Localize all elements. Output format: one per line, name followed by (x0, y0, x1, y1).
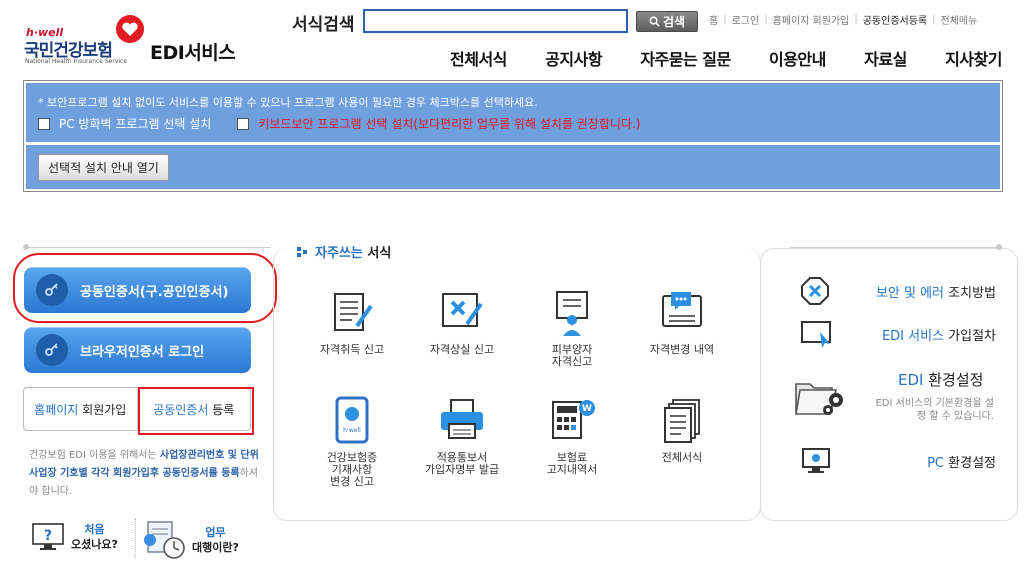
firewall-option-label: PC 방화벽 프로그램 선택 설치 (59, 117, 212, 131)
utility-nav: 홈 | 로그인 | 홈페이지 회원가입 | 공동인증서등록 | 전체메뉴 (708, 12, 979, 27)
util-login-link[interactable]: 로그인 (731, 12, 761, 27)
org-name-english: National Health Insurance Service (25, 58, 128, 65)
dependent-person-icon (556, 291, 588, 336)
nav-faq[interactable]: 자주묻는 질문 (640, 46, 731, 70)
title-bullet-icon (297, 246, 307, 257)
form-all-forms[interactable]: 전체서식 (627, 396, 737, 464)
nav-guide[interactable]: 이용안내 (769, 46, 826, 70)
document-pen-icon (334, 293, 373, 331)
form-insurance-card-change[interactable]: h·well 건강보험증 기재사항 변경 신고 (297, 396, 407, 488)
monitor-cursor-icon (801, 321, 831, 348)
monitor-chat-icon (662, 292, 702, 327)
security-error-guide-link[interactable]: 보안 및 에러 조치방법 (800, 276, 996, 306)
highlight-rect (138, 387, 254, 435)
main-nav: 전체서식 공지사항 자주묻는 질문 이용안내 자료실 지사찾기 (450, 46, 1002, 70)
form-qualification-change-history[interactable]: 자격변경 내역 (627, 288, 737, 356)
util-all-menu-link[interactable]: 전체메뉴 (940, 12, 979, 27)
divider-dot (996, 244, 1002, 250)
firewall-checkbox[interactable] (38, 117, 50, 130)
edi-env-setting-link[interactable]: EDI 환경설정 (898, 369, 983, 390)
search-button[interactable]: 검색 (636, 11, 698, 32)
monitor-settings-icon (802, 448, 830, 473)
nav-library[interactable]: 자료실 (864, 46, 907, 70)
svg-text:?: ? (44, 528, 52, 544)
edi-join-process-link[interactable]: EDI 서비스 가입절차 (800, 318, 996, 350)
browser-cert-login-button[interactable]: 브라우저인증서 로그인 (24, 327, 251, 373)
search-button-label: 검색 (662, 15, 686, 29)
error-octagon-icon (801, 277, 829, 305)
install-guide-button[interactable]: 선택적 설치 안내 열기 (38, 154, 169, 181)
proxy-work-link[interactable]: 업무 대행이란? (142, 520, 239, 560)
document-stack-icon (664, 399, 700, 443)
login-description: 건강보험 EDI 이용을 위해서는 사업장관리번호 및 단위 사업장 기호별 각… (29, 450, 259, 497)
util-cert-register-link[interactable]: 공동인증서등록 (862, 12, 928, 27)
insurance-card-icon: h·well (335, 396, 369, 444)
calculator-icon: W (552, 400, 595, 439)
edi-env-description: EDI 서비스의 기본환경을 설정 할 수 있습니다. (875, 398, 994, 422)
divider-line (790, 247, 996, 248)
pc-env-setting-link[interactable]: PC 환경설정 (800, 446, 996, 476)
nav-all-forms[interactable]: 전체서식 (450, 46, 507, 70)
form-premium-statement[interactable]: W 보험료 고지내역서 (517, 396, 627, 476)
keyboard-security-checkbox[interactable] (237, 117, 250, 130)
first-visit-link[interactable]: ? 처음 오셨나요? (31, 520, 118, 554)
service-title: EDI서비스 (150, 42, 236, 64)
search-input[interactable] (363, 9, 628, 33)
form-acquire-qualification[interactable]: 자격취득 신고 (297, 288, 407, 356)
key-icon (45, 343, 58, 356)
search-icon (649, 16, 660, 27)
homepage-join-button[interactable]: 홈페이지 회원가입 (24, 388, 137, 430)
nhis-logo[interactable]: h·well 국민건강보험 National Health Insurance … (24, 14, 144, 66)
nav-branch-finder[interactable]: 지사찾기 (945, 46, 1002, 70)
monitor-question-icon: ? (32, 523, 64, 550)
svg-text:W: W (582, 404, 592, 414)
form-dependent-report[interactable]: 피부양자 자격신고 (517, 288, 627, 368)
search-label: 서식검색 (292, 15, 355, 35)
security-program-notice: * 보안프로그램 설치 없이도 서비스를 이용할 수 있으나 프로그램 사용이 … (23, 80, 1003, 192)
browser-cert-login-label: 브라우저인증서 로그인 (80, 344, 205, 360)
nav-notice[interactable]: 공지사항 (545, 46, 602, 70)
notice-message: * 보안프로그램 설치 없이도 서비스를 이용할 수 있으나 프로그램 사용이 … (38, 96, 538, 109)
form-application-notice-issue[interactable]: 적용통보서 가입자명부 발급 (407, 396, 517, 476)
util-join-link[interactable]: 홈페이지 회원가입 (772, 12, 851, 27)
printer-icon (441, 399, 483, 439)
document-x-icon (442, 293, 483, 327)
folder-gear-icon (795, 383, 843, 415)
document-clock-icon (144, 521, 185, 559)
svg-text:h·well: h·well (343, 427, 361, 434)
util-home-link[interactable]: 홈 (708, 12, 719, 27)
favorite-forms-title: 자주쓰는 서식 (297, 242, 391, 261)
divider-line (29, 247, 271, 248)
form-lose-qualification[interactable]: 자격상실 신고 (407, 288, 517, 356)
highlight-oval (13, 253, 277, 323)
keyboard-security-option-label: 키보드보안 프로그램 선택 설치(보다편리한 업무를 위해 설치를 권장합니다.… (258, 117, 641, 131)
heart-logo-icon (116, 15, 144, 43)
